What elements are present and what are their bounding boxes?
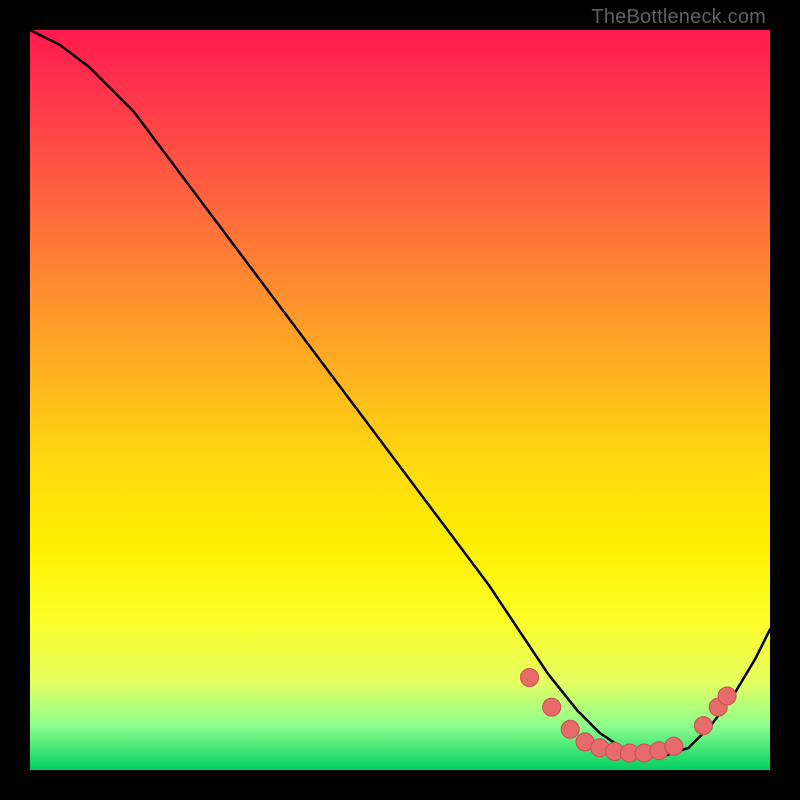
plot-area: [30, 30, 770, 770]
attribution-label: TheBottleneck.com: [591, 6, 766, 29]
curve-marker: [665, 737, 683, 755]
curve-marker: [718, 687, 736, 705]
curve-markers: [521, 669, 737, 763]
curve-marker: [561, 720, 579, 738]
bottleneck-curve: [30, 30, 770, 755]
curve-marker: [694, 717, 712, 735]
curve-marker: [521, 669, 539, 687]
chart-svg: [30, 30, 770, 770]
curve-marker: [543, 698, 561, 716]
chart-frame: TheBottleneck.com: [0, 0, 800, 800]
